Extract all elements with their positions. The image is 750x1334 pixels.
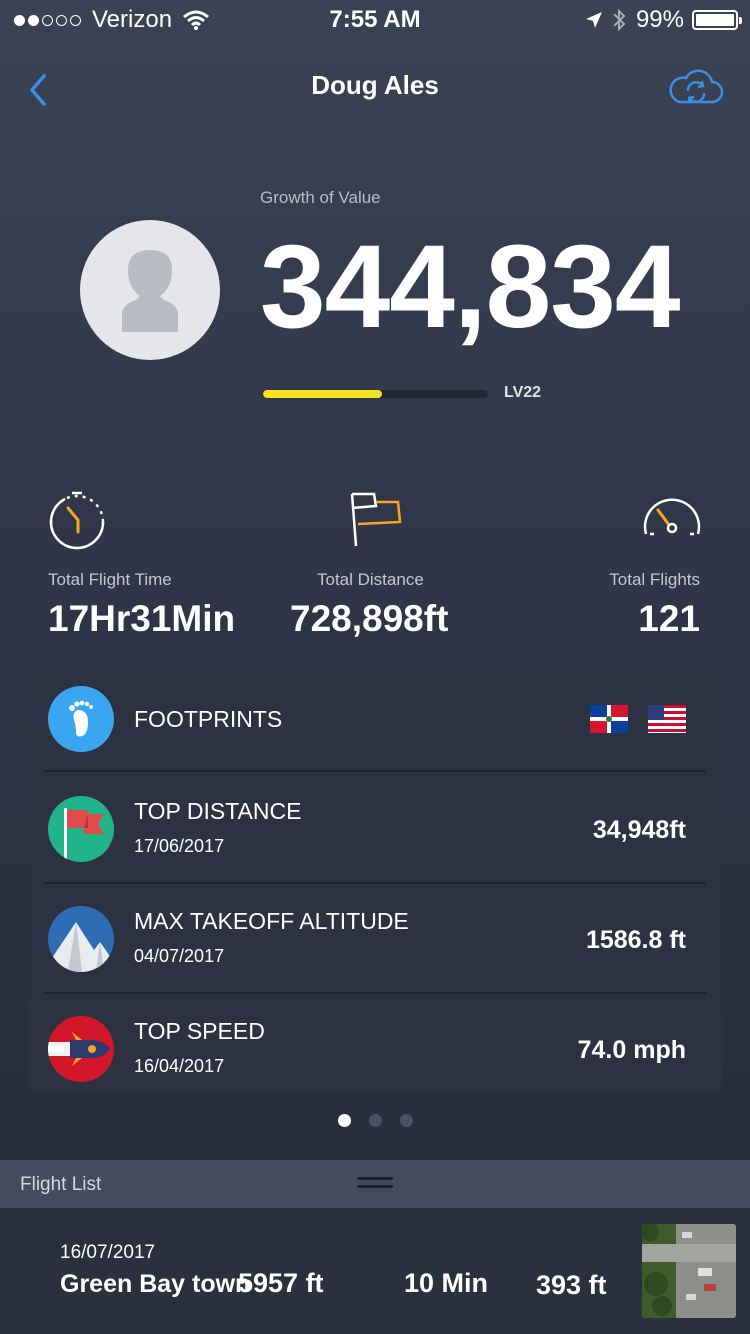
rocket-icon: [48, 1016, 114, 1082]
user-silhouette-icon: [122, 250, 178, 332]
record-row-top-distance[interactable]: TOP DISTANCE 17/06/2017 34,948ft: [44, 792, 706, 862]
usa-flag-icon: [648, 705, 686, 733]
stat-distance-label: Total Distance: [317, 570, 424, 589]
mountain-icon: [48, 906, 114, 972]
record-date: 17/06/2017: [134, 836, 225, 856]
growth-label: Growth of Value: [260, 188, 381, 207]
divider: [44, 770, 706, 772]
red-flag-icon: [48, 796, 114, 862]
stat-flights: Total Flights 121: [580, 490, 710, 650]
flight-thumbnail[interactable]: [642, 1224, 736, 1318]
divider: [44, 992, 706, 994]
stat-flight-time-value: 17Hr31Min: [48, 598, 236, 639]
page-dot[interactable]: [368, 1114, 382, 1127]
footprints-row[interactable]: FOOTPRINTS: [44, 684, 706, 754]
flight-location: Green Bay town: [60, 1270, 251, 1298]
record-name: TOP SPEED: [134, 1018, 265, 1044]
stopwatch-icon: [49, 491, 105, 550]
flight-list-item[interactable]: 16/07/2017 Green Bay town 5957 ft 10 Min…: [0, 1208, 750, 1334]
footprints-icon: [48, 686, 114, 752]
divider: [44, 882, 706, 884]
flight-date: 16/07/2017: [60, 1242, 156, 1263]
level-label: LV22: [504, 384, 542, 401]
record-date: 04/07/2017: [134, 946, 225, 966]
location-arrow-icon: [585, 12, 602, 28]
flight-list-title: Flight List: [20, 1174, 102, 1195]
record-date: 16/04/2017: [134, 1056, 225, 1076]
level-progress-fill: [263, 390, 383, 398]
flight-list-header[interactable]: Flight List: [0, 1160, 750, 1208]
record-value: 34,948ft: [592, 816, 686, 844]
record-value: 1586.8 ft: [585, 926, 686, 954]
bluetooth-icon: [613, 8, 626, 32]
flag-icon: [350, 492, 402, 547]
stat-flights-value: 121: [638, 598, 700, 639]
record-value: 74.0 mph: [577, 1036, 686, 1064]
battery-percent: 99%: [635, 6, 684, 33]
page-dot[interactable]: [337, 1114, 351, 1127]
speedometer-icon: [643, 498, 701, 536]
record-name: MAX TAKEOFF ALTITUDE: [134, 908, 409, 934]
dominican-republic-flag-icon: [590, 705, 628, 733]
footprints-label: FOOTPRINTS: [134, 706, 283, 732]
page-indicator[interactable]: [0, 1114, 750, 1127]
records-card[interactable]: FOOTPRINTS TOP DISTANCE 17/06/2017 34,94…: [28, 664, 722, 1092]
drag-handle-icon[interactable]: [357, 1177, 393, 1193]
stat-distance-value: 728,898ft: [290, 598, 449, 639]
record-row-top-speed[interactable]: TOP SPEED 16/04/2017 74.0 mph: [44, 1012, 706, 1082]
status-bar: Verizon 7:55 AM 99%: [0, 0, 750, 40]
stat-flight-time-label: Total Flight Time: [48, 570, 172, 589]
page-title: Doug Ales: [311, 70, 439, 100]
stat-distance: Total Distance 728,898ft: [290, 490, 480, 650]
battery-icon: [692, 10, 742, 30]
flight-distance: 393 ft: [536, 1270, 607, 1300]
cloud-sync-icon[interactable]: [666, 64, 726, 108]
stat-flights-label: Total Flights: [609, 570, 700, 589]
status-right: 99%: [584, 6, 742, 34]
level-progress-bar: [263, 390, 488, 398]
record-row-max-altitude[interactable]: MAX TAKEOFF ALTITUDE 04/07/2017 1586.8 f…: [44, 902, 706, 972]
flight-duration: 10 Min: [404, 1268, 489, 1298]
growth-value: 344,834: [260, 221, 681, 353]
page-dot[interactable]: [399, 1114, 413, 1127]
flight-altitude: 5957 ft: [238, 1268, 324, 1298]
nav-bar: Doug Ales: [0, 60, 750, 110]
stat-flight-time: Total Flight Time 17Hr31Min: [48, 490, 278, 650]
record-name: TOP DISTANCE: [134, 798, 302, 824]
avatar[interactable]: [80, 220, 220, 360]
